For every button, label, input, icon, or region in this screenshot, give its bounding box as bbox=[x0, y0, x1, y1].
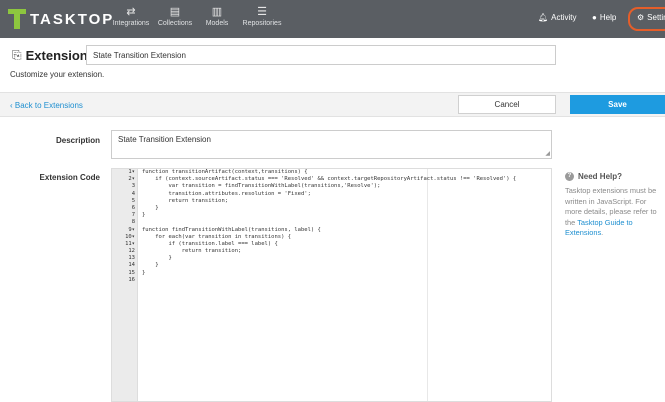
logo-text: TASKTOP bbox=[30, 10, 115, 28]
line-number: 1▾ bbox=[128, 169, 135, 175]
help-link[interactable]: ● Help bbox=[592, 13, 616, 22]
models-icon: ▥ bbox=[211, 6, 223, 18]
collections-icon: ▤ bbox=[169, 6, 181, 18]
code-editor[interactable]: 1▾ 2▾ 3 4 5 6 7 8 9▾ 10▾ 11▾ 12 13 14 15 16 function tr… bbox=[111, 168, 552, 402]
line-number: 16 bbox=[128, 276, 135, 283]
line-number: 14 bbox=[128, 262, 135, 269]
help-text: Tasktop extensions must be written in Ja… bbox=[565, 186, 665, 239]
line-number: 5 bbox=[131, 197, 135, 204]
code-content[interactable]: function transitionArtifact(context,tran… bbox=[142, 169, 551, 284]
tasktop-logo-mark bbox=[8, 9, 26, 29]
activity-label: Activity bbox=[551, 13, 577, 22]
settings-highlight-ring bbox=[628, 7, 665, 31]
help-title-label: Need Help? bbox=[578, 172, 623, 181]
code-line: function transitionArtifact(context,tran… bbox=[142, 169, 308, 175]
help-end-text: . bbox=[601, 228, 604, 237]
line-number: 8 bbox=[131, 219, 135, 226]
code-line: transition.attributes.resolution = 'Fixe… bbox=[142, 190, 311, 197]
code-line: if (transition.label === label) { bbox=[142, 240, 278, 247]
page-title-label: Extension bbox=[25, 48, 88, 63]
activity-link[interactable]: 🔔︎ Activity bbox=[538, 13, 577, 22]
line-number: 12 bbox=[128, 248, 135, 255]
nav-models-label: Models bbox=[205, 20, 229, 27]
nav-models[interactable]: ▥ Models bbox=[194, 4, 240, 27]
help-circle-icon: ● bbox=[592, 13, 597, 22]
action-bar: ‹ Back to Extensions Cancel Save bbox=[0, 92, 665, 117]
nav-repositories-label: Repositories bbox=[242, 20, 282, 27]
help-label: Help bbox=[599, 13, 617, 22]
code-line: if (context.sourceArtifact.status === 'R… bbox=[142, 176, 517, 183]
code-line: var transition = findTransitionWithLabel… bbox=[142, 183, 381, 190]
line-number: 6 bbox=[131, 204, 135, 211]
line-number: 3 bbox=[131, 183, 135, 190]
line-number: 4 bbox=[131, 190, 135, 197]
top-nav-bar: TASKTOP ⇄ Integrations ▤ Collections ▥ M… bbox=[0, 0, 665, 38]
nav-integrations[interactable]: ⇄ Integrations bbox=[108, 4, 154, 27]
code-line: return transition; bbox=[142, 197, 229, 204]
line-number: 7 bbox=[131, 212, 135, 219]
code-line: return transition; bbox=[142, 248, 242, 255]
code-line: function findTransitionWithLabel(transit… bbox=[142, 226, 321, 233]
save-button[interactable]: Save bbox=[570, 95, 665, 114]
code-line: } bbox=[142, 269, 146, 276]
nav-collections[interactable]: ▤ Collections bbox=[152, 4, 198, 27]
tasktop-logo[interactable]: TASKTOP bbox=[8, 9, 114, 29]
description-textarea[interactable]: State Transition Extension ◢ bbox=[111, 130, 552, 159]
resize-handle-icon[interactable]: ◢ bbox=[545, 150, 550, 157]
code-line: } bbox=[142, 262, 159, 269]
nav-collections-label: Collections bbox=[157, 20, 193, 27]
question-icon: ? bbox=[565, 172, 574, 181]
bell-icon: 🔔︎ bbox=[538, 13, 549, 22]
page-title: ⎘ Extension bbox=[12, 48, 88, 63]
line-number: 15 bbox=[128, 269, 135, 276]
code-line: } bbox=[142, 212, 146, 219]
code-line: } bbox=[142, 204, 159, 211]
code-gutter: 1▾ 2▾ 3 4 5 6 7 8 9▾ 10▾ 11▾ 12 13 14 15 16 bbox=[112, 169, 138, 401]
help-panel: ? Need Help? Tasktop extensions must be … bbox=[565, 172, 665, 239]
description-value: State Transition Extension bbox=[118, 135, 211, 144]
line-number: 13 bbox=[128, 255, 135, 262]
integrations-icon: ⇄ bbox=[126, 6, 136, 18]
line-number: 2▾ bbox=[128, 176, 135, 183]
extension-name-input[interactable] bbox=[86, 45, 556, 65]
code-line: for each(var transition in transitions) … bbox=[142, 233, 292, 240]
extension-icon: ⎘ bbox=[12, 48, 22, 62]
code-line: } bbox=[142, 255, 172, 262]
line-number: 9▾ bbox=[128, 226, 135, 233]
help-title: ? Need Help? bbox=[565, 172, 665, 181]
line-number: 11▾ bbox=[125, 240, 135, 247]
page-subtitle: Customize your extension. bbox=[10, 70, 105, 79]
line-number: 10▾ bbox=[125, 233, 135, 240]
back-to-extensions-link[interactable]: ‹ Back to Extensions bbox=[10, 101, 83, 110]
back-link-label: Back to Extensions bbox=[14, 101, 83, 110]
cancel-button[interactable]: Cancel bbox=[458, 95, 556, 114]
description-label: Description bbox=[55, 136, 100, 145]
nav-repositories[interactable]: ☰ Repositories bbox=[239, 4, 285, 27]
extension-code-label: Extension Code bbox=[39, 173, 100, 182]
nav-integrations-label: Integrations bbox=[112, 20, 150, 27]
repositories-icon: ☰ bbox=[257, 6, 267, 18]
